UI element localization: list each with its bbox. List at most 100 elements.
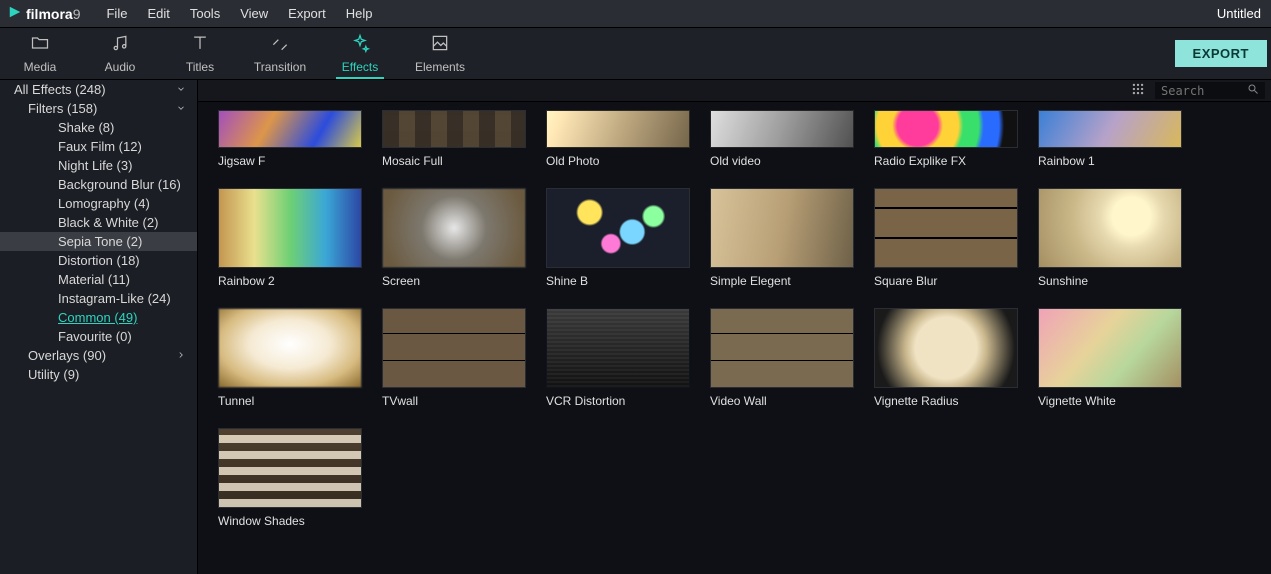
effect-thumbnail [382, 308, 526, 388]
sidebar-item-label: Background Blur (16) [58, 177, 189, 192]
folder-icon [30, 33, 50, 56]
effect-item[interactable]: Simple Elegent [710, 188, 854, 288]
sidebar-item[interactable]: Filters (158) [0, 99, 197, 118]
effect-thumbnail [710, 110, 854, 148]
effect-thumbnail [874, 110, 1018, 148]
sidebar-item[interactable]: Favourite (0) [0, 327, 197, 346]
effect-label: Vignette Radius [874, 394, 1018, 408]
effect-thumbnail [382, 188, 526, 268]
sidebar-item-label: Material (11) [58, 272, 189, 287]
sidebar-item[interactable]: Utility (9) [0, 365, 197, 384]
grid-view-icon[interactable] [1131, 82, 1145, 99]
effect-thumbnail [218, 110, 362, 148]
effect-item[interactable]: Square Blur [874, 188, 1018, 288]
effect-label: Jigsaw F [218, 154, 362, 168]
sidebar-item-label: Favourite (0) [58, 329, 189, 344]
effect-label: VCR Distortion [546, 394, 690, 408]
sidebar-item[interactable]: Common (49) [0, 308, 197, 327]
sidebar-item-label: Overlays (90) [28, 348, 173, 363]
music-note-icon [110, 33, 130, 56]
effect-thumbnail [546, 110, 690, 148]
effect-item[interactable]: VCR Distortion [546, 308, 690, 408]
effect-label: Radio Explike FX [874, 154, 1018, 168]
effect-thumbnail [1038, 308, 1182, 388]
logo-suffix: 9 [73, 6, 81, 22]
effect-label: Rainbow 1 [1038, 154, 1182, 168]
sidebar-item-label: Night Life (3) [58, 158, 189, 173]
effect-item[interactable]: TVwall [382, 308, 526, 408]
search-input[interactable] [1161, 84, 1241, 98]
menu-export[interactable]: Export [278, 6, 336, 21]
menu-view[interactable]: View [230, 6, 278, 21]
sidebar-item[interactable]: Distortion (18) [0, 251, 197, 270]
sidebar-item-label: Faux Film (12) [58, 139, 189, 154]
sidebar-item[interactable]: Sepia Tone (2) [0, 232, 197, 251]
effect-item[interactable]: Rainbow 1 [1038, 110, 1182, 168]
effect-item[interactable]: Radio Explike FX [874, 110, 1018, 168]
effect-item[interactable]: Jigsaw F [218, 110, 362, 168]
effect-thumbnail [546, 308, 690, 388]
tab-audio[interactable]: Audio [80, 28, 160, 79]
sidebar-item[interactable]: Shake (8) [0, 118, 197, 137]
sidebar-item[interactable]: Black & White (2) [0, 213, 197, 232]
sidebar-item-label: Instagram-Like (24) [58, 291, 189, 306]
effect-label: Video Wall [710, 394, 854, 408]
effect-item[interactable]: Tunnel [218, 308, 362, 408]
effect-label: Simple Elegent [710, 274, 854, 288]
menu-tools[interactable]: Tools [180, 6, 230, 21]
effect-label: Square Blur [874, 274, 1018, 288]
sidebar-item[interactable]: Lomography (4) [0, 194, 197, 213]
sidebar-item[interactable]: Material (11) [0, 270, 197, 289]
tab-effects[interactable]: Effects [320, 28, 400, 79]
menu-file[interactable]: File [96, 6, 137, 21]
effect-thumbnail [218, 308, 362, 388]
effect-label: Mosaic Full [382, 154, 526, 168]
tab-elements[interactable]: Elements [400, 28, 480, 79]
effect-thumbnail [1038, 110, 1182, 148]
effect-thumbnail [874, 308, 1018, 388]
tab-label: Elements [415, 60, 465, 74]
transition-icon [270, 33, 290, 56]
effect-item[interactable]: Old video [710, 110, 854, 168]
sidebar-item[interactable]: All Effects (248) [0, 80, 197, 99]
sidebar-item[interactable]: Background Blur (16) [0, 175, 197, 194]
effect-thumbnail [710, 188, 854, 268]
effect-label: Shine B [546, 274, 690, 288]
effect-item[interactable]: Sunshine [1038, 188, 1182, 288]
effect-item[interactable]: Vignette White [1038, 308, 1182, 408]
effect-item[interactable]: Mosaic Full [382, 110, 526, 168]
effect-item[interactable]: Screen [382, 188, 526, 288]
sidebar: All Effects (248)Filters (158) Shake (8) F… [0, 80, 198, 574]
menu-help[interactable]: Help [336, 6, 383, 21]
menu-edit[interactable]: Edit [137, 6, 179, 21]
sidebar-item[interactable]: Overlays (90) [0, 346, 197, 365]
effect-item[interactable]: Shine B [546, 188, 690, 288]
logo-icon [8, 5, 22, 22]
sidebar-item-label: Shake (8) [58, 120, 189, 135]
effect-thumbnail [874, 188, 1018, 268]
sidebar-item[interactable]: Instagram-Like (24) [0, 289, 197, 308]
effect-item[interactable]: Rainbow 2 [218, 188, 362, 288]
export-button[interactable]: EXPORT [1175, 40, 1267, 67]
sidebar-item-label: Common (49) [58, 310, 189, 325]
effect-item[interactable]: Video Wall [710, 308, 854, 408]
effect-label: Vignette White [1038, 394, 1182, 408]
effect-item[interactable]: Old Photo [546, 110, 690, 168]
effects-grid: Jigsaw F Mosaic Full Old Photo Old video Rad… [198, 102, 1271, 574]
sidebar-item-label: Utility (9) [28, 367, 189, 382]
effect-label: Rainbow 2 [218, 274, 362, 288]
search-box[interactable] [1155, 82, 1265, 99]
sidebar-item[interactable]: Night Life (3) [0, 156, 197, 175]
tab-transition[interactable]: Transition [240, 28, 320, 79]
sidebar-item[interactable]: Faux Film (12) [0, 137, 197, 156]
effect-label: TVwall [382, 394, 526, 408]
effect-thumbnail [710, 308, 854, 388]
tab-titles[interactable]: Titles [160, 28, 240, 79]
chevron-down-icon [173, 82, 189, 97]
text-icon [190, 33, 210, 56]
chevron-down-icon [173, 101, 189, 116]
effect-item[interactable]: Vignette Radius [874, 308, 1018, 408]
effect-item[interactable]: Window Shades [218, 428, 362, 528]
sidebar-item-label: Sepia Tone (2) [58, 234, 189, 249]
tab-media[interactable]: Media [0, 28, 80, 79]
